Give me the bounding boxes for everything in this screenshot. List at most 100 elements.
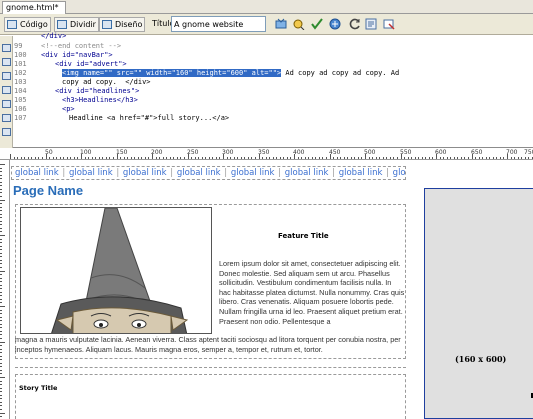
code-view-pane[interactable]: </div> 99 <!--end content --> 100 <div id=… [0,32,533,148]
ruler-tick [0,217,2,219]
ruler-tick [524,157,526,159]
ruler-tick [144,157,146,159]
ruler-tick [194,157,196,159]
global-link[interactable]: global link [393,168,405,178]
ruler-tick [244,157,246,159]
collapse-tag-icon[interactable] [2,58,11,66]
ruler-tick [183,157,185,159]
ruler-tick [475,157,477,159]
ruler-tick [27,157,29,159]
ruler-tick [63,157,65,159]
document-tab[interactable]: gnome.html* [2,1,66,14]
page-name-heading: Page Name [13,183,84,198]
ruler-tick [95,157,97,159]
ruler-tick [0,188,2,190]
visual-aids-icon[interactable] [383,18,395,30]
ruler-tick [304,157,306,159]
ruler-tick [41,157,43,159]
ruler-tick [301,157,303,159]
view-options-icon[interactable] [365,18,377,30]
design-view-pane[interactable]: global link | global link | global link … [11,160,533,419]
ruler-tick [0,227,2,229]
ruler-tick [365,154,366,159]
code-line: 101 <div id="advert"> [14,60,127,68]
ruler-tick [254,157,256,159]
advert-size-label: (160 x 600) [455,354,507,364]
ruler-tick [98,157,100,159]
ruler-tick [262,157,264,159]
ruler-tick [503,157,505,159]
ruler-tick [0,284,2,286]
code-view-button[interactable]: Código [4,17,51,32]
ruler-tick [0,263,2,265]
ruler-tick [396,157,398,159]
ruler-tick [0,174,2,176]
ruler-tick [0,302,2,304]
ruler-tick [418,157,420,159]
selected-code[interactable]: <img name="" src="" width="160" height="… [62,69,282,77]
split-view-button[interactable]: Dividir [54,17,99,32]
ruler-tick [0,412,5,414]
ruler-tick [162,157,164,159]
ruler-tick [233,157,235,159]
global-link[interactable]: global link [285,168,329,178]
design-view-button[interactable]: Diseño [99,17,146,32]
ruler-tick [0,185,2,187]
ruler-tick [393,157,395,159]
title-input[interactable] [171,16,266,32]
ruler-tick [130,157,132,159]
ruler-tick [84,157,86,159]
ruler-tick [0,416,2,418]
ruler-tick [66,157,68,159]
ruler-tick [88,157,90,159]
advert-placeholder[interactable]: (160 x 600) [424,188,533,419]
expand-all-icon[interactable] [2,86,11,94]
global-link[interactable]: global link [15,168,59,178]
global-link[interactable]: global link [123,168,167,178]
code-line: 106 <p> [14,105,75,113]
select-parent-tag-icon[interactable] [2,100,11,108]
refresh-icon[interactable] [349,18,361,30]
balance-braces-icon[interactable] [2,114,11,122]
file-management-icon[interactable] [275,18,287,30]
gnome-image[interactable] [20,207,212,334]
ruler-tick [0,408,2,410]
global-link[interactable]: global link [231,168,275,178]
ruler-tick [361,157,363,159]
ruler-tick [428,157,430,159]
ruler-tick [34,157,36,159]
ruler-tick [507,154,508,159]
ruler-tick [0,394,2,396]
ruler-tick [176,157,178,159]
ruler-tick [123,157,125,159]
ruler-tick [0,259,2,261]
global-link[interactable]: global link [339,168,383,178]
ruler-tick [0,377,5,378]
check-page-icon[interactable] [311,18,323,30]
global-link[interactable]: global link [69,168,113,178]
ruler-tick [0,327,2,329]
section-divider [15,367,406,368]
ruler-tick [269,157,271,159]
collapse-selection-icon[interactable] [2,72,11,80]
ruler-tick [272,157,274,159]
code-line: 107 Headline <a href="#">full story...</a… [14,114,230,122]
open-documents-icon[interactable] [2,44,11,52]
preview-browser-icon[interactable] [293,18,305,30]
ruler-tick [159,157,161,159]
ruler-tick [0,306,5,307]
ruler-tick [467,157,469,159]
ruler-tick [148,157,150,159]
ruler-tick [471,154,473,159]
horizontal-ruler: 50 100 150 200 250 300 350 400 450 500 5… [0,149,533,160]
ruler-tick [0,366,2,368]
ruler-tick [81,154,82,159]
ruler-tick [379,157,381,159]
ruler-tick [0,380,2,382]
dreamweaver-window: gnome.html* Código Dividir Diseño Título… [0,0,533,419]
ruler-tick [105,157,107,159]
global-link[interactable]: global link [177,168,221,178]
line-numbers-icon[interactable] [2,128,11,136]
split-view-label: Dividir [70,20,96,29]
validate-icon[interactable] [329,18,341,30]
